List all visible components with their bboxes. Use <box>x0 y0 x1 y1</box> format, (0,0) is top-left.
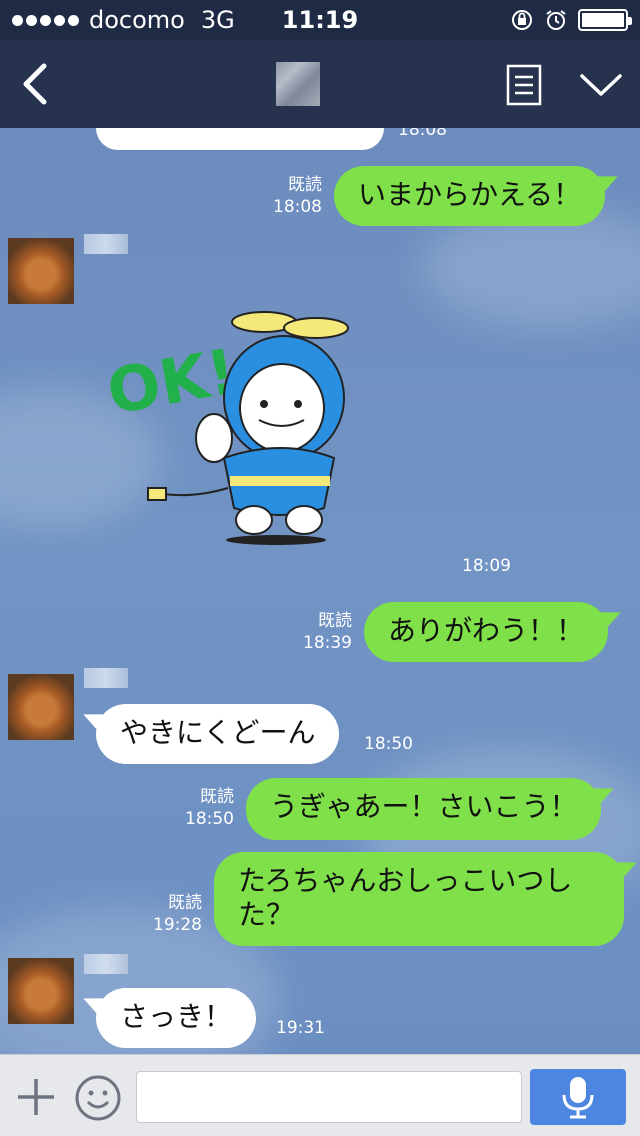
contact-name-blurred <box>84 234 128 254</box>
microphone-icon <box>562 1077 594 1119</box>
carrier-name: docomo <box>89 6 185 34</box>
battery-icon <box>578 9 632 31</box>
message-bubble-incoming[interactable]: やきにくどーん <box>96 704 340 764</box>
notes-icon[interactable] <box>506 64 542 106</box>
contact-avatar-dog[interactable] <box>8 958 74 1024</box>
network-type: 3G <box>200 6 235 34</box>
smiley-icon[interactable] <box>74 1074 122 1122</box>
alarm-icon <box>546 10 566 30</box>
read-receipt: 既読 18:39 <box>303 611 352 653</box>
contact-name-blurred <box>84 954 128 974</box>
contact-avatar-dog[interactable] <box>8 674 74 740</box>
message-bubble-incoming[interactable] <box>96 128 384 150</box>
sticker-text: OK! <box>104 334 242 428</box>
message-bubble-incoming[interactable]: さっき！ <box>96 988 257 1048</box>
contact-avatar-blurred[interactable] <box>276 62 320 106</box>
message-input[interactable] <box>136 1071 522 1123</box>
voice-button[interactable] <box>530 1069 626 1125</box>
read-receipt: 既読 19:28 <box>153 893 202 935</box>
message-time: 18:08 <box>398 128 447 140</box>
message-bubble-outgoing[interactable]: たろちゃんおしっこいつした？ <box>214 852 624 946</box>
contact-name-blurred <box>84 668 128 688</box>
ok-sticker[interactable]: OK! <box>104 308 364 548</box>
read-receipt: 既読 18:50 <box>185 787 234 829</box>
read-receipt: 既読 18:08 <box>273 175 322 217</box>
message-bubble-outgoing[interactable]: ありがわう！！ <box>364 602 609 662</box>
contact-avatar-dog[interactable] <box>8 238 74 304</box>
message-bubble-outgoing[interactable]: いまからかえる！ <box>334 166 606 226</box>
signal-strength-icon <box>12 14 79 26</box>
message-bubble-outgoing[interactable]: うぎゃあー！さいこう！ <box>246 778 602 840</box>
plus-icon[interactable] <box>16 1077 56 1117</box>
back-button[interactable] <box>16 62 56 106</box>
status-bar: docomo 3G 11:19 <box>0 0 640 40</box>
chat-header <box>0 40 640 128</box>
message-input-bar <box>0 1054 640 1136</box>
message-time: 18:09 <box>462 556 511 576</box>
message-time: 18:50 <box>364 734 413 754</box>
message-time: 19:31 <box>276 1018 325 1038</box>
chat-timeline[interactable]: 18:08 既読 18:08 いまからかえる！ OK! 18:09 既読 18:… <box>0 128 640 1054</box>
rotation-lock-icon <box>512 10 532 30</box>
chevron-down-icon[interactable] <box>578 70 624 100</box>
